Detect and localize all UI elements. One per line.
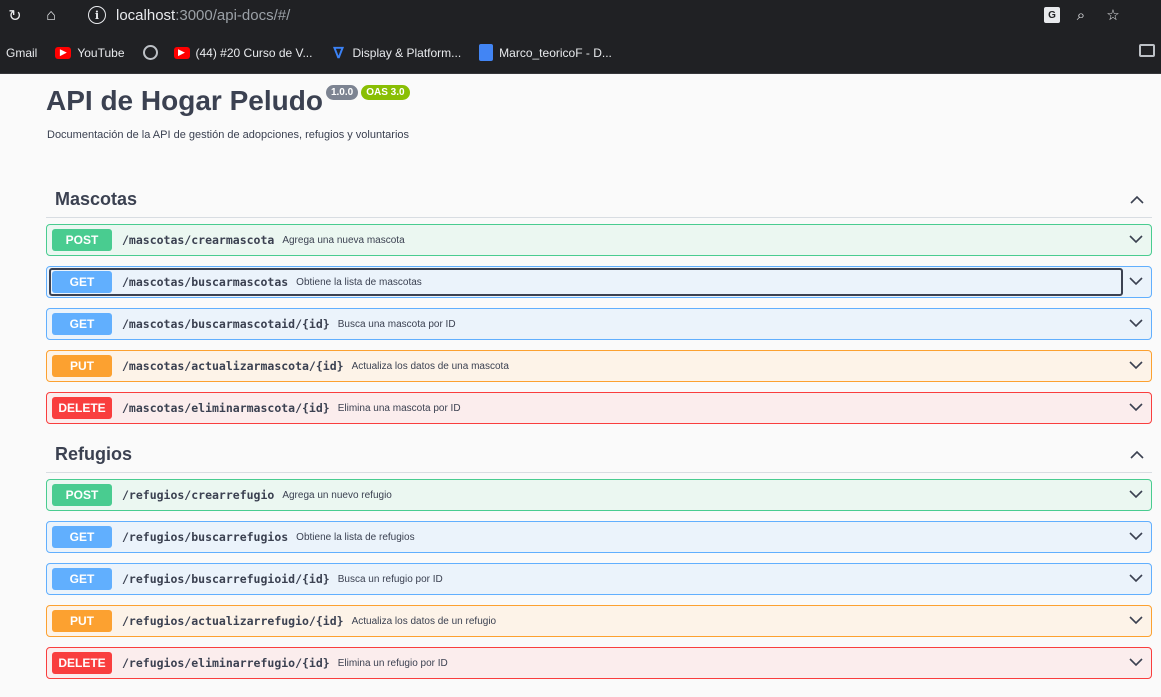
bookmark-star-icon[interactable]: ☆ [1102, 5, 1124, 25]
operation-row[interactable]: POST /mascotas/crearmascota Agrega una n… [46, 224, 1152, 256]
operation-row[interactable]: DELETE /refugios/eliminarrefugio/{id} El… [46, 647, 1152, 679]
vscode-icon: ∇ [333, 44, 344, 62]
method-badge: DELETE [52, 397, 112, 419]
chevron-down-icon[interactable] [1129, 571, 1143, 585]
chevron-down-icon[interactable] [1129, 232, 1143, 246]
api-title: API de Hogar Peludo [46, 85, 323, 116]
url-text: localhost:3000/api-docs/#/ [116, 6, 291, 24]
operation-path: /refugios/actualizarrefugio/{id} [122, 614, 344, 628]
chevron-down-icon[interactable] [1129, 274, 1143, 288]
bookmarks-folder-icon[interactable] [1139, 44, 1155, 57]
chevron-down-icon[interactable] [1129, 316, 1143, 330]
operation-row[interactable]: POST /refugios/crearrefugio Agrega un nu… [46, 479, 1152, 511]
bookmark-display-platform[interactable]: ∇ Display & Platform... [330, 44, 461, 62]
operation-summary: Actualiza los datos de un refugio [351, 615, 497, 627]
method-badge: GET [52, 568, 112, 590]
operation-row[interactable]: GET /refugios/buscarrefugioid/{id} Busca… [46, 563, 1152, 595]
chevron-up-icon[interactable] [1122, 447, 1152, 463]
operation-summary: Actualiza los datos de una mascota [351, 360, 509, 372]
operation-summary: Elimina un refugio por ID [337, 657, 448, 669]
operation-path: /refugios/buscarrefugioid/{id} [122, 572, 330, 586]
operation-row[interactable]: PUT /refugios/actualizarrefugio/{id} Act… [46, 605, 1152, 637]
bookmarks-bar: Gmail ▶ YouTube ▶ (44) #20 Curso de V... ∇… [0, 32, 1161, 74]
site-info-icon[interactable]: i [88, 6, 106, 24]
method-badge: PUT [52, 610, 112, 632]
bookmark-gmail[interactable]: Gmail [6, 46, 37, 60]
chevron-down-icon[interactable] [1129, 655, 1143, 669]
bookmark-youtube-course[interactable]: ▶ (44) #20 Curso de V... [173, 46, 312, 60]
operation-path: /mascotas/eliminarmascota/{id} [122, 401, 330, 415]
chevron-down-icon[interactable] [1129, 487, 1143, 501]
section-header[interactable]: Mascotas [46, 182, 1152, 218]
operation-path: /mascotas/actualizarmascota/{id} [122, 359, 344, 373]
method-badge: GET [52, 526, 112, 548]
operation-row[interactable]: GET /refugios/buscarrefugios Obtiene la … [46, 521, 1152, 553]
section-title: Refugios [55, 444, 133, 464]
operation-summary: Obtiene la lista de mascotas [296, 276, 422, 288]
operation-path: /mascotas/crearmascota [122, 233, 275, 247]
swagger-page: API de Hogar Peludo 1.0.0 OAS 3.0 Docume… [0, 75, 1161, 697]
operation-summary: Obtiene la lista de refugios [296, 531, 415, 543]
operation-path: /refugios/buscarrefugios [122, 530, 289, 544]
section-refugios: Refugios POST /refugios/crearrefugio Agr… [46, 437, 1152, 679]
chevron-down-icon[interactable] [1129, 400, 1143, 414]
operation-path: /refugios/crearrefugio [122, 488, 275, 502]
method-badge: GET [52, 313, 112, 335]
section-title: Mascotas [55, 189, 138, 209]
section-header[interactable]: Refugios [46, 437, 1152, 473]
chevron-up-icon[interactable] [1122, 192, 1152, 208]
operation-row[interactable]: PUT /mascotas/actualizarmascota/{id} Act… [46, 350, 1152, 382]
method-badge: DELETE [52, 652, 112, 674]
operation-summary: Elimina una mascota por ID [337, 402, 461, 414]
method-badge: GET [52, 271, 112, 293]
operation-path: /mascotas/buscarmascotas [122, 275, 289, 289]
operation-summary: Busca un refugio por ID [337, 573, 443, 585]
section-mascotas: Mascotas POST /mascotas/crearmascota Agr… [46, 182, 1152, 424]
operation-row[interactable]: DELETE /mascotas/eliminarmascota/{id} El… [46, 392, 1152, 424]
chevron-down-icon[interactable] [1129, 358, 1143, 372]
bookmark-globe[interactable] [142, 45, 164, 60]
method-badge: PUT [52, 355, 112, 377]
operation-summary: Agrega un nuevo refugio [282, 489, 392, 501]
version-badge: 1.0.0 [325, 85, 359, 100]
docs-icon [479, 44, 494, 61]
reload-icon[interactable]: ↻ [2, 3, 28, 29]
operation-row[interactable]: GET /mascotas/buscarmascotas Obtiene la … [46, 266, 1152, 298]
chevron-down-icon[interactable] [1129, 529, 1143, 543]
method-badge: POST [52, 229, 112, 251]
method-badge: POST [52, 484, 112, 506]
bookmark-youtube[interactable]: ▶ YouTube [55, 46, 125, 60]
home-icon[interactable]: ⌂ [38, 3, 64, 29]
globe-icon [142, 45, 158, 60]
operation-path: /refugios/eliminarrefugio/{id} [122, 656, 330, 670]
translate-icon[interactable]: G [1044, 7, 1060, 23]
operation-path: /mascotas/buscarmascotaid/{id} [122, 317, 330, 331]
oas-badge: OAS 3.0 [361, 85, 410, 100]
browser-toolbar: ↻ ⌂ i localhost:3000/api-docs/#/ G ⌕ ☆ [0, 0, 1161, 32]
api-description: Documentación de la API de gestión de ad… [47, 129, 410, 141]
api-header: API de Hogar Peludo 1.0.0 OAS 3.0 [46, 85, 410, 117]
address-bar[interactable]: i localhost:3000/api-docs/#/ G ⌕ ☆ [74, 2, 1144, 28]
youtube-icon: ▶ [55, 46, 72, 59]
zoom-icon[interactable]: ⌕ [1070, 5, 1092, 25]
operation-summary: Busca una mascota por ID [337, 318, 456, 330]
chevron-down-icon[interactable] [1129, 613, 1143, 627]
youtube-icon: ▶ [173, 46, 190, 59]
operation-summary: Agrega una nueva mascota [282, 234, 405, 246]
bookmark-marco-teorico[interactable]: Marco_teoricoF - D... [479, 44, 612, 61]
operation-row[interactable]: GET /mascotas/buscarmascotaid/{id} Busca… [46, 308, 1152, 340]
